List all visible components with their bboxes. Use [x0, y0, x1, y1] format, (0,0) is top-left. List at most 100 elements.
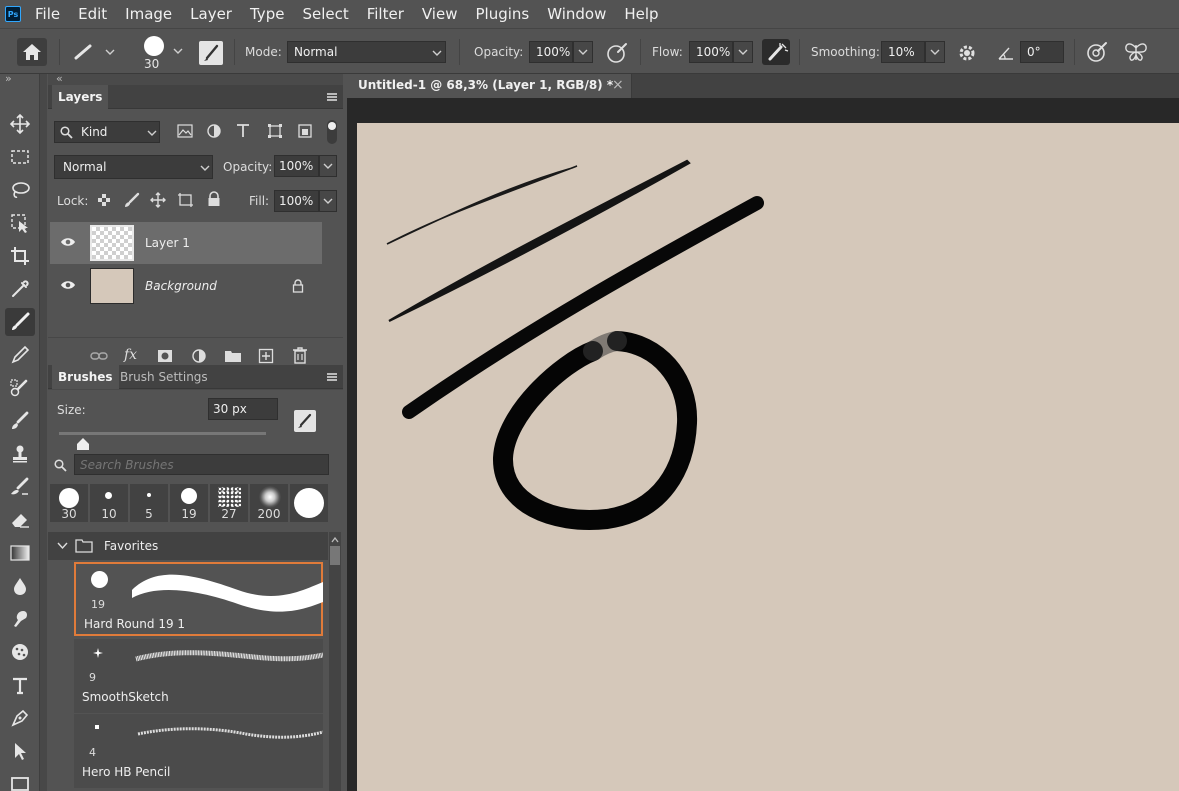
layers-menu-icon[interactable]	[327, 93, 337, 101]
lock-pixels-icon[interactable]	[124, 192, 140, 208]
gradient-tool[interactable]	[5, 539, 35, 567]
menu-filter[interactable]: Filter	[367, 0, 404, 28]
move-tool[interactable]	[5, 110, 35, 138]
canvas[interactable]	[357, 123, 1179, 791]
layer-row-layer-1[interactable]: Layer 1	[50, 222, 322, 264]
size-slider-track[interactable]	[59, 432, 266, 435]
delete-layer-icon[interactable]	[292, 347, 308, 364]
brush-tool[interactable]	[5, 308, 35, 336]
sponge-tool[interactable]	[5, 638, 35, 666]
tab-brushes[interactable]: Brushes	[52, 365, 119, 389]
add-mask-icon[interactable]	[157, 349, 173, 363]
new-layer-icon[interactable]	[258, 348, 274, 364]
symmetry-button[interactable]	[1122, 40, 1150, 64]
rectangle-tool[interactable]	[5, 770, 35, 791]
visibility-eye-icon[interactable]	[60, 280, 76, 290]
smart-object-filter-icon[interactable]	[298, 123, 312, 139]
expand-toolbar-button[interactable]: »	[5, 72, 12, 85]
pen-tool[interactable]	[5, 704, 35, 732]
menu-select[interactable]: Select	[302, 0, 348, 28]
layer-name[interactable]: Background	[145, 279, 217, 293]
recent-brush-large[interactable]	[290, 484, 329, 522]
menu-file[interactable]: File	[35, 0, 60, 28]
healing-brush-tool[interactable]	[5, 374, 35, 402]
layer-opacity-dropdown[interactable]	[319, 155, 337, 177]
recent-brush-30[interactable]: 30	[50, 484, 89, 522]
type-tool[interactable]	[5, 671, 35, 699]
link-layers-icon[interactable]	[90, 350, 108, 362]
menu-image[interactable]: Image	[125, 0, 172, 28]
tab-layers[interactable]: Layers	[52, 85, 109, 109]
mode-select[interactable]: Normal	[287, 41, 446, 63]
menu-type[interactable]: Type	[250, 0, 284, 28]
flow-field[interactable]: 100%	[689, 41, 733, 63]
smudge-tool[interactable]	[5, 605, 35, 633]
scrollbar-thumb[interactable]	[330, 546, 340, 565]
menu-plugins[interactable]: Plugins	[475, 0, 529, 28]
brush-preset-picker[interactable]: 30	[141, 34, 186, 72]
brushes-scrollbar[interactable]	[329, 532, 341, 791]
image-filter-icon[interactable]	[177, 124, 193, 138]
mixer-brush-tool[interactable]	[5, 473, 35, 501]
type-filter-icon[interactable]	[236, 123, 250, 139]
size-slider-thumb[interactable]	[77, 435, 90, 450]
adjustment-filter-icon[interactable]	[206, 123, 222, 139]
new-group-icon[interactable]	[224, 349, 242, 363]
menu-layer[interactable]: Layer	[190, 0, 232, 28]
marquee-tool[interactable]	[5, 143, 35, 171]
menu-view[interactable]: View	[422, 0, 458, 28]
adjustment-layer-icon[interactable]	[191, 348, 209, 364]
recent-brush-27[interactable]: 27	[210, 484, 249, 522]
layer-row-background[interactable]: Background	[50, 265, 322, 307]
eyedropper-tool[interactable]	[5, 275, 35, 303]
smoothing-field[interactable]: 10%	[881, 41, 925, 63]
search-brushes-input[interactable]	[74, 454, 329, 475]
lock-position-icon[interactable]	[150, 192, 166, 208]
lock-transparency-icon[interactable]	[97, 193, 111, 207]
smoothing-dropdown[interactable]	[925, 41, 945, 63]
brush-group-favorites[interactable]: Favorites	[48, 532, 328, 560]
recent-brush-19[interactable]: 19	[170, 484, 209, 522]
fx-icon[interactable]: fx	[124, 347, 137, 363]
layer-opacity-field[interactable]: 100%	[274, 155, 319, 177]
filter-toggle[interactable]	[327, 120, 337, 144]
menu-help[interactable]: Help	[624, 0, 658, 28]
smoothing-options-button[interactable]	[955, 41, 979, 65]
home-button[interactable]	[17, 38, 47, 66]
pressure-opacity-button[interactable]	[604, 40, 630, 64]
create-brush-button[interactable]	[294, 410, 316, 432]
flow-dropdown[interactable]	[733, 41, 753, 63]
pressure-size-button[interactable]	[1084, 40, 1110, 64]
layer-filter-select[interactable]: Kind	[54, 121, 160, 143]
tool-preset-picker[interactable]	[70, 39, 120, 65]
recent-brush-10[interactable]: 10	[90, 484, 129, 522]
brush-item-hard-round[interactable]: 19 Hard Round 19 1	[74, 562, 323, 636]
fill-dropdown[interactable]	[319, 190, 337, 212]
brushes-menu-icon[interactable]	[327, 373, 337, 381]
menu-edit[interactable]: Edit	[78, 0, 107, 28]
document-tab[interactable]: Untitled-1 @ 68,3% (Layer 1, RGB/8) * ×	[347, 74, 632, 98]
crop-tool[interactable]	[5, 242, 35, 270]
lock-artboard-icon[interactable]	[177, 192, 194, 208]
airbrush-button[interactable]	[762, 39, 790, 65]
visibility-eye-icon[interactable]	[60, 237, 76, 247]
size-field[interactable]: 30 px	[208, 398, 278, 420]
fill-field[interactable]: 100%	[274, 190, 319, 212]
lasso-tool[interactable]	[5, 176, 35, 204]
blur-tool[interactable]	[5, 572, 35, 600]
recent-brush-200[interactable]: 200	[250, 484, 289, 522]
brush-item-hero-hb-pencil[interactable]: 4 Hero HB Pencil	[74, 714, 323, 788]
opacity-field[interactable]: 100%	[529, 41, 573, 63]
eraser-tool[interactable]	[5, 506, 35, 534]
lock-all-icon[interactable]	[207, 191, 221, 207]
close-icon[interactable]: ×	[612, 77, 624, 93]
recent-brush-5[interactable]: 5	[130, 484, 169, 522]
path-select-tool[interactable]	[5, 737, 35, 765]
menu-window[interactable]: Window	[547, 0, 606, 28]
brush-item-smoothsketch[interactable]: 9 SmoothSketch	[74, 639, 323, 713]
pencil-tool[interactable]	[5, 341, 35, 369]
history-brush-tool[interactable]	[5, 407, 35, 435]
opacity-dropdown[interactable]	[573, 41, 593, 63]
tab-brush-settings[interactable]: Brush Settings	[114, 365, 214, 389]
blend-mode-select[interactable]: Normal	[54, 155, 213, 179]
